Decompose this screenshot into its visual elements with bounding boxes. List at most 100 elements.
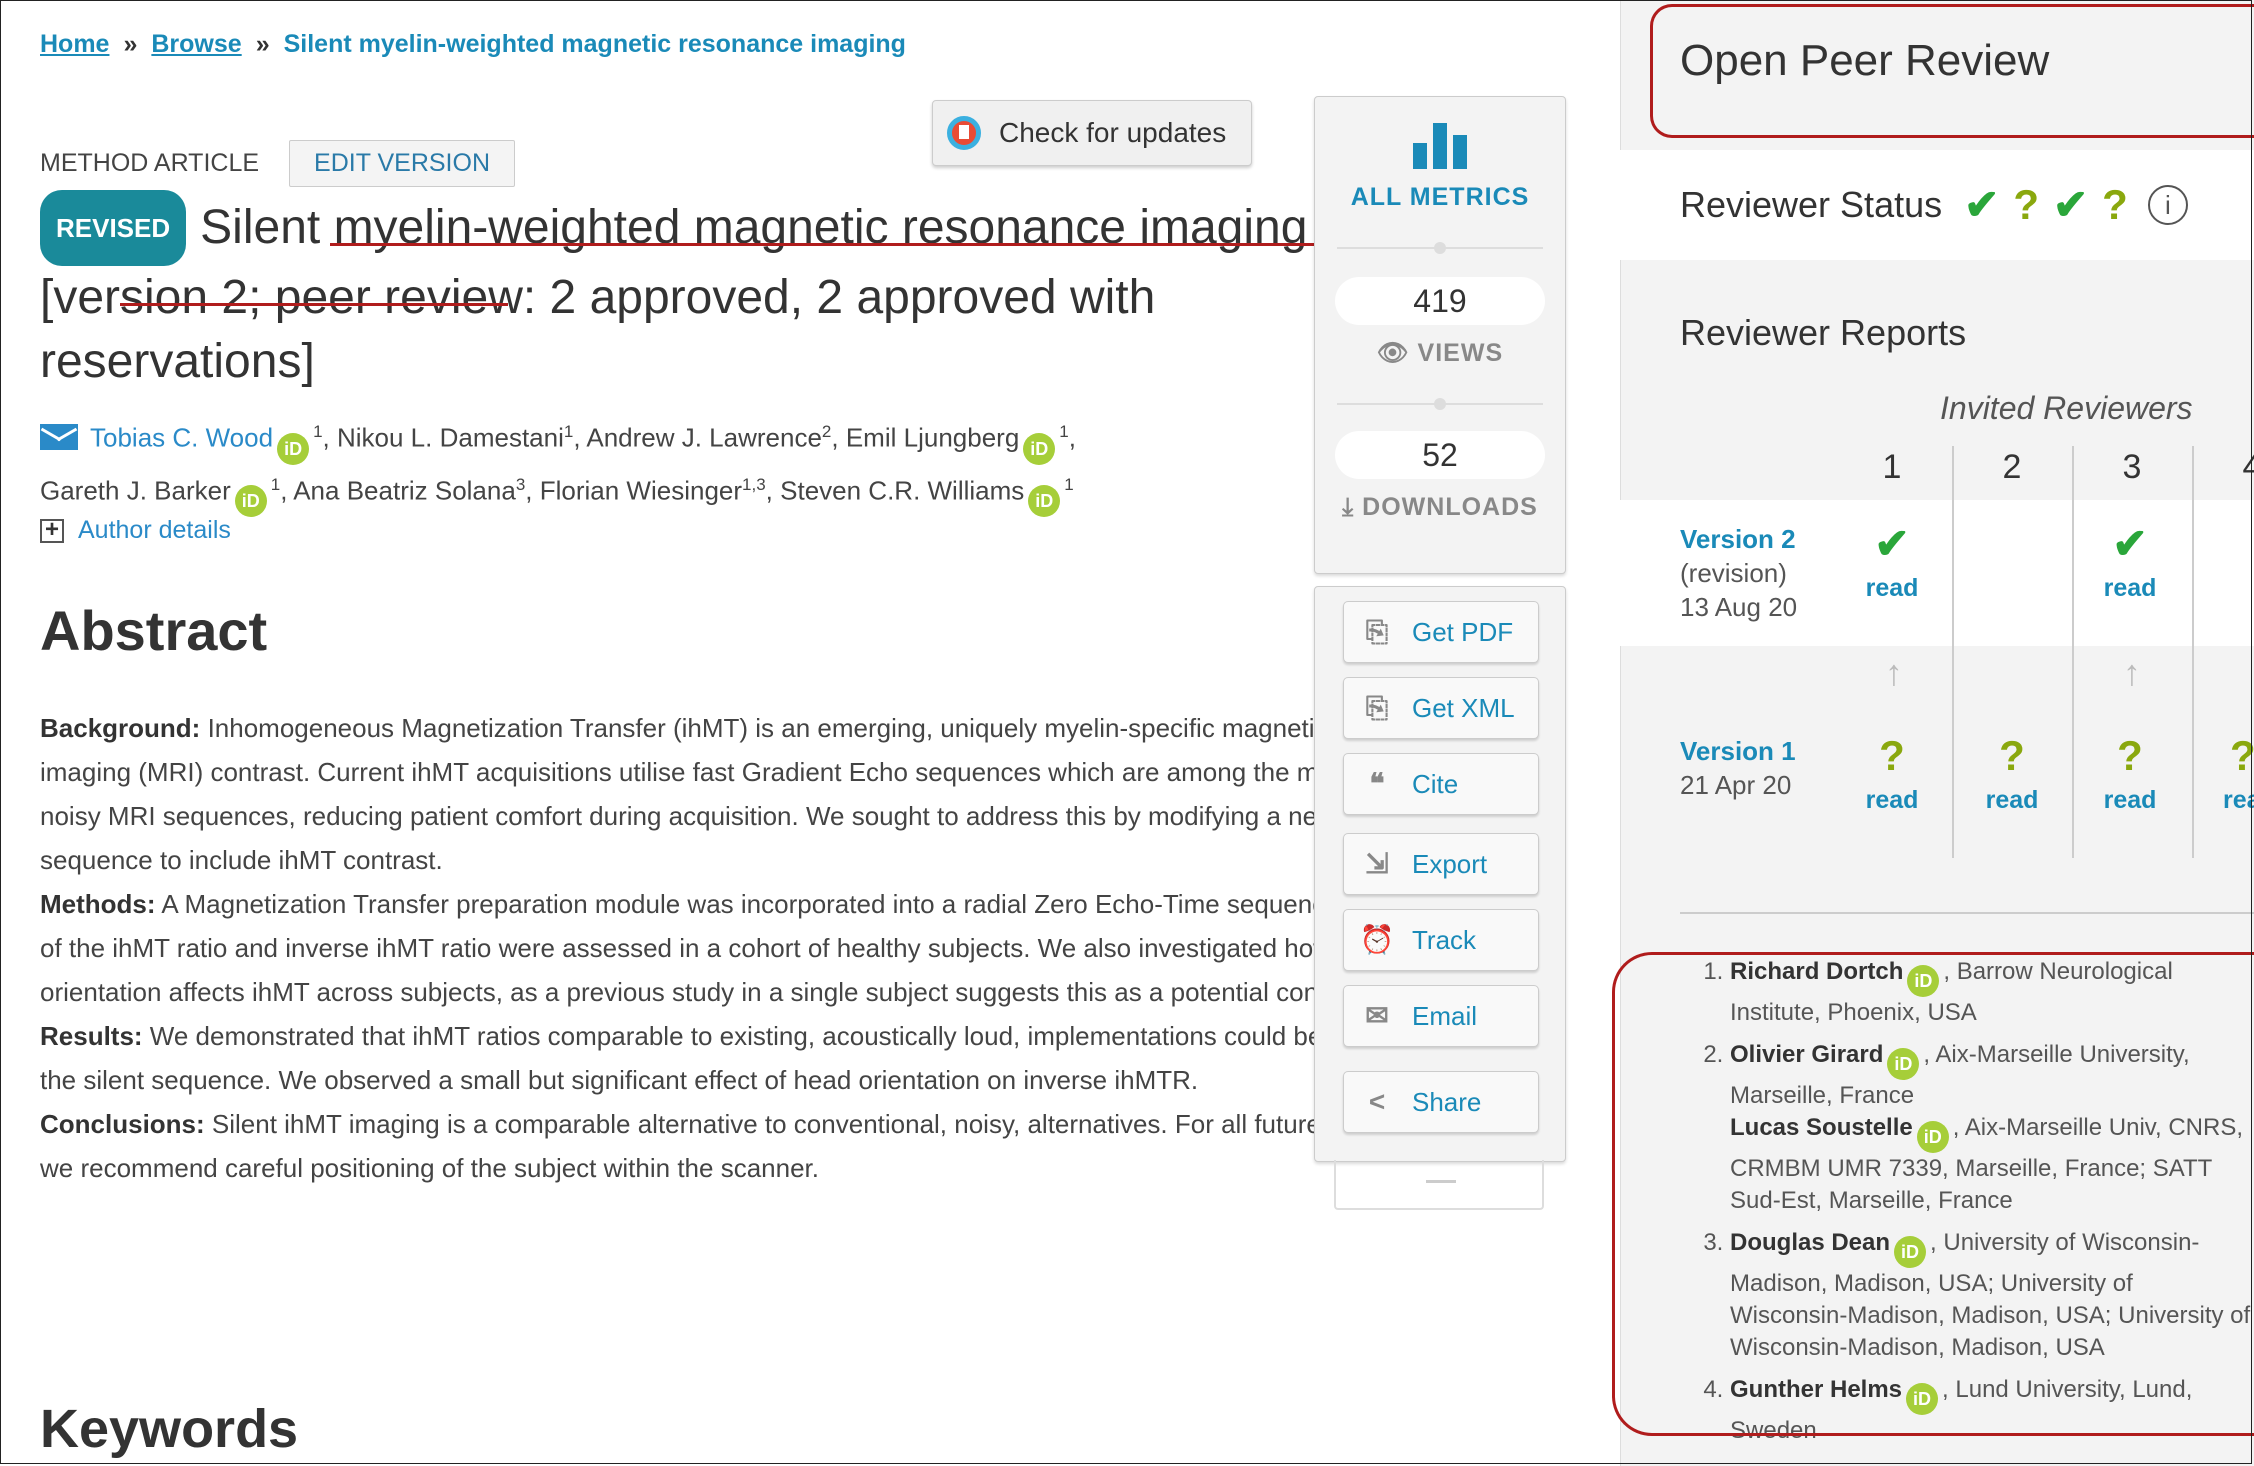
results-label: Results: (40, 1021, 143, 1051)
author-name[interactable]: Tobias C. Wood (90, 423, 273, 453)
version-2-info: Version 2 (revision) 13 Aug 20 (1680, 524, 1798, 622)
author-name[interactable]: Andrew J. Lawrence (586, 423, 822, 453)
arrow-up-icon: ↑ (1885, 652, 1903, 693)
affiliation-number: 1 (563, 422, 574, 441)
edit-version-button[interactable]: EDIT VERSION (289, 140, 515, 187)
breadcrumb-current: Silent myelin-weighted magnetic resonanc… (283, 30, 906, 58)
author-name[interactable]: Nikou L. Damestani (337, 423, 564, 453)
approved-check-icon: ✔ (1874, 520, 1910, 567)
read-report-link[interactable]: read (1837, 574, 1947, 603)
reviewer-column-1: 1 (1882, 448, 1902, 486)
bar-chart-icon (1413, 123, 1467, 169)
mail-icon[interactable] (40, 423, 78, 450)
article-meta: METHOD ARTICLE EDIT VERSION (40, 140, 515, 187)
downloads-count: 52 (1335, 431, 1545, 479)
reviewer-status: Reviewer Status ✔?✔? i (1680, 180, 2188, 229)
breadcrumb-browse-link[interactable]: Browse (151, 30, 241, 58)
version-1-link[interactable]: Version 1 (1680, 736, 1796, 766)
divider-dot (1434, 242, 1446, 254)
article-title-block: REVISED Silent myelin-weighted magnetic r… (40, 190, 1340, 394)
author-name[interactable]: Florian Wiesinger (540, 475, 742, 505)
report-v1-r3: ? read (2075, 732, 2185, 815)
affiliation-number: 1 (1064, 474, 1074, 494)
orcid-icon[interactable]: iD (234, 485, 267, 518)
collapse-handle[interactable] (1334, 1160, 1544, 1210)
breadcrumb: Home » Browse » Silent myelin-weighted magne… (40, 30, 906, 59)
eye-icon: 👁 (1376, 339, 1418, 367)
author-name[interactable]: Ana Beatriz Solana (293, 475, 516, 505)
cite-button[interactable]: ❝ Cite (1343, 753, 1539, 815)
get-pdf-button[interactable]: ⎘ Get PDF (1343, 601, 1539, 663)
annotation-box (1612, 952, 2254, 1436)
annotation-underline (330, 243, 1340, 246)
affiliation-number: 3 (515, 474, 526, 494)
report-v2-r1: ✔ read (1837, 520, 1947, 603)
download-icon: ⤓ (1342, 493, 1363, 521)
article-title: Silent myelin-weighted magnetic resonanc… (40, 201, 1308, 388)
check-for-updates-button[interactable]: Check for updates (932, 100, 1252, 166)
breadcrumb-home-link[interactable]: Home (40, 30, 109, 58)
report-v1-r4: ? read (2195, 732, 2254, 815)
export-button[interactable]: ⇲ Export (1343, 833, 1539, 895)
author-name[interactable]: Steven C.R. Williams (780, 475, 1024, 505)
downloads-label: ⤓ DOWNLOADS (1342, 493, 1538, 521)
keywords-heading: Keywords (40, 1399, 299, 1459)
email-button[interactable]: ✉ Email (1343, 985, 1539, 1047)
reviewer-status-label: Reviewer Status (1680, 183, 1943, 225)
background-text: Inhomogeneous Magnetization Transfer (ih… (40, 713, 1495, 875)
alarm-clock-icon: ⏰ (1359, 924, 1395, 955)
author-name[interactable]: Gareth J. Barker (40, 475, 231, 505)
check-for-updates-label: Check for updates (999, 117, 1227, 148)
author-name[interactable]: Emil Ljungberg (846, 423, 1019, 453)
report-v2-r3: ✔ read (2075, 520, 2185, 603)
all-metrics-link[interactable]: ALL METRICS (1315, 183, 1565, 212)
reviewer-column-3: 3 (2122, 448, 2142, 486)
pdf-icon: ⎘ (1365, 616, 1389, 647)
background-label: Background: (40, 713, 201, 743)
plus-icon: + (40, 517, 64, 543)
arrow-up-icon: ↑ (2123, 652, 2141, 693)
orcid-icon[interactable]: iD (277, 432, 310, 465)
report-v1-r1: ? read (1837, 732, 1947, 815)
orcid-icon[interactable]: iD (1023, 432, 1056, 465)
report-v1-r2: ? read (1957, 732, 2067, 815)
read-report-link[interactable]: read (1957, 786, 2067, 815)
affiliation-number: 1 (270, 474, 281, 494)
approved-check-icon: ✔ (1964, 181, 2014, 228)
read-report-link[interactable]: read (2075, 574, 2185, 603)
crossmark-icon (947, 116, 981, 150)
methods-label: Methods: (40, 889, 156, 919)
get-xml-button[interactable]: ⎘ Get XML (1343, 677, 1539, 739)
export-icon: ⇲ (1365, 848, 1389, 879)
metrics-panel: ALL METRICS 419 👁 VIEWS 52 ⤓ DOWNLOADS (1314, 96, 1566, 574)
version-1-info: Version 1 21 Apr 20 (1680, 736, 1796, 800)
reviewer-column-2: 2 (2002, 448, 2022, 486)
conclusions-text: Silent ihMT imaging is a comparable alte… (40, 1109, 1475, 1183)
affiliation-number: 1,3 (742, 474, 766, 494)
quote-icon: ❝ (1369, 768, 1385, 799)
approved-check-icon: ✔ (2052, 181, 2103, 228)
grid-line (2072, 446, 2074, 858)
orcid-icon[interactable]: iD (1028, 485, 1061, 518)
read-report-link[interactable]: read (2195, 786, 2254, 815)
version-2-link[interactable]: Version 2 (1680, 524, 1796, 554)
revised-badge: REVISED (40, 190, 187, 266)
author-details-label: Author details (78, 516, 231, 544)
views-count: 419 (1335, 277, 1545, 325)
xml-icon: ⎘ (1365, 692, 1389, 723)
read-report-link[interactable]: read (1837, 786, 1947, 815)
methods-text: A Magnetization Transfer preparation mod… (40, 889, 1505, 1007)
annotation-underline (120, 303, 508, 306)
reviewer-column-4: 4 (2242, 448, 2254, 486)
abstract-heading: Abstract (40, 599, 268, 662)
reviewer-status-marks: ✔?✔? (1964, 180, 2142, 229)
track-button[interactable]: ⏰ Track (1343, 909, 1539, 971)
grid-line (2192, 446, 2194, 858)
author-details-toggle[interactable]: + Author details (40, 516, 231, 545)
read-report-link[interactable]: read (2075, 786, 2185, 815)
info-icon[interactable]: i (2147, 184, 2188, 225)
reservation-question-icon: ? (2013, 181, 2053, 228)
share-button[interactable]: < Share (1343, 1071, 1539, 1133)
affiliation-number: 1 (1059, 422, 1069, 441)
divider (1680, 912, 2254, 914)
